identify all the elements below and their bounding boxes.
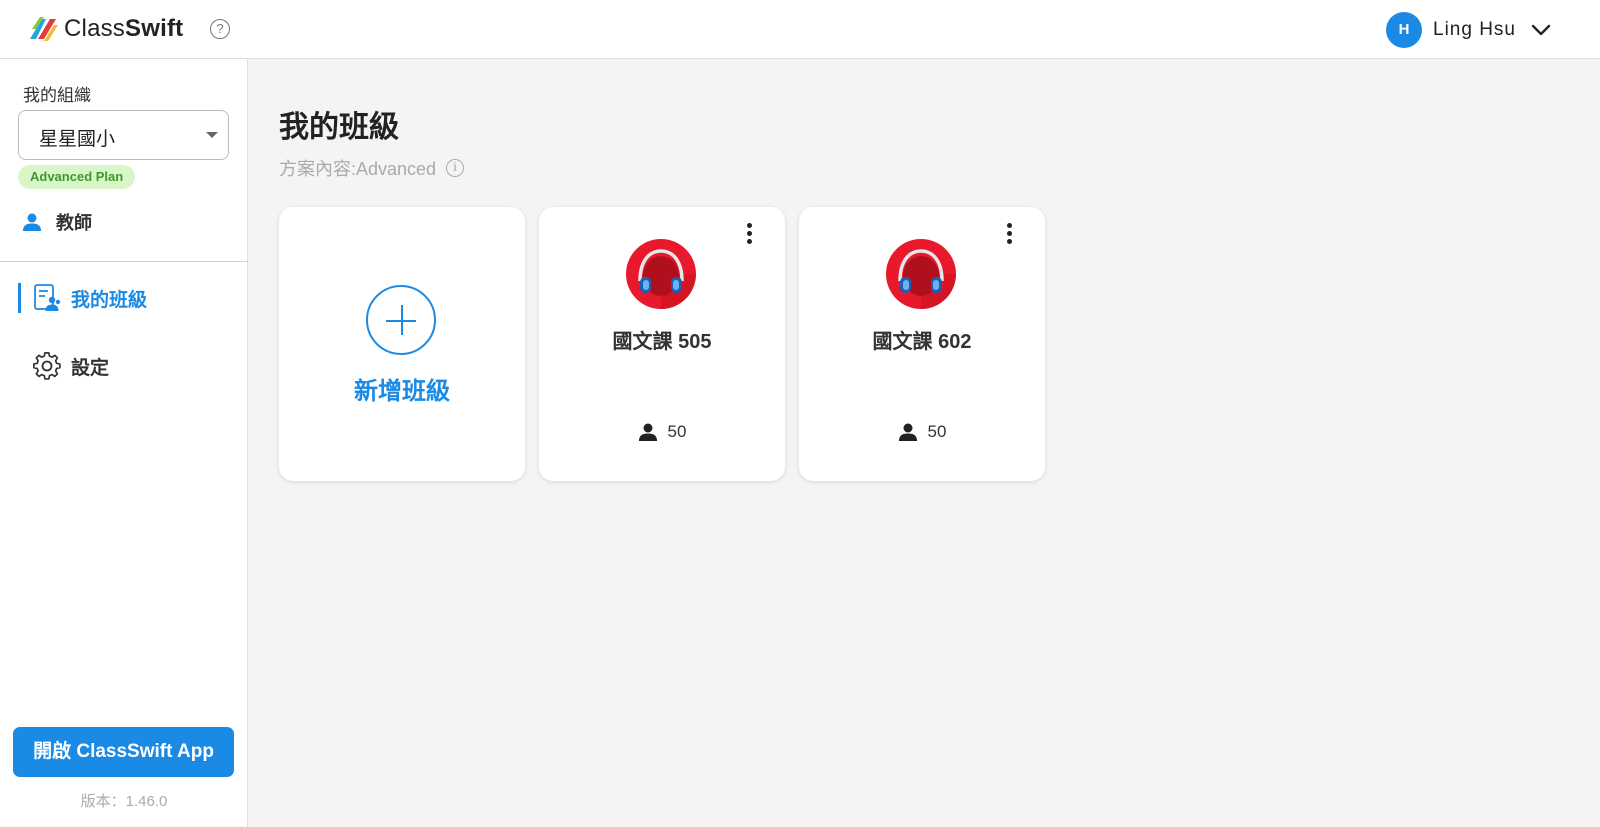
main-content: 我的班級 方案內容:Advanced i 新增班級 國文課 505 50 國文課… xyxy=(248,59,1600,827)
more-options-icon[interactable] xyxy=(1003,223,1015,247)
classswift-logo-icon xyxy=(30,17,58,41)
page-title: 我的班級 xyxy=(279,111,399,144)
sidebar-item-label: 設定 xyxy=(71,357,110,379)
user-name: Ling Hsu xyxy=(1433,19,1516,40)
user-menu[interactable]: H Ling Hsu xyxy=(1386,12,1552,48)
plus-icon xyxy=(366,285,436,355)
class-name: 國文課 602 xyxy=(872,331,972,353)
logo-wordmark: ClassSwift xyxy=(64,15,184,42)
student-count-value: 50 xyxy=(667,422,687,441)
headphones-avatar-icon xyxy=(626,239,696,309)
person-icon xyxy=(23,213,41,231)
top-bar: ClassSwift ? H Ling Hsu xyxy=(0,0,1600,59)
role-item-teacher[interactable]: 教師 xyxy=(22,209,92,235)
more-options-icon[interactable] xyxy=(743,223,755,247)
chevron-down-icon xyxy=(1531,24,1551,36)
help-icon[interactable]: ? xyxy=(210,19,230,39)
org-select-value: 星星國小 xyxy=(39,129,116,150)
class-card[interactable]: 國文課 602 50 xyxy=(799,207,1045,481)
class-card[interactable]: 國文課 505 50 xyxy=(539,207,785,481)
student-count: 50 xyxy=(799,422,1045,442)
student-count: 50 xyxy=(539,422,785,442)
sidebar-item-my-classes[interactable]: 我的班級 xyxy=(18,282,238,314)
caret-down-icon xyxy=(206,132,218,138)
classswift-logo[interactable]: ClassSwift xyxy=(28,14,183,44)
plan-info-text: 方案內容:Advanced xyxy=(279,159,437,179)
sidebar-divider xyxy=(0,261,248,262)
role-label: 教師 xyxy=(56,213,92,233)
sidebar-item-settings[interactable]: 設定 xyxy=(18,350,238,382)
version-text: 版本：1.46.0 xyxy=(80,793,168,810)
class-name: 國文課 505 xyxy=(612,331,712,353)
student-count-value: 50 xyxy=(927,422,947,441)
plan-info: 方案內容:Advanced i xyxy=(279,155,465,181)
user-avatar: H xyxy=(1386,12,1422,48)
sidebar: 我的組織 星星國小 Advanced Plan 教師 我的班級 設定 開啟 Cl… xyxy=(0,59,248,827)
open-app-button[interactable]: 開啟 ClassSwift App xyxy=(13,727,234,777)
gear-icon xyxy=(33,352,61,380)
person-icon xyxy=(638,423,657,441)
person-icon xyxy=(898,423,917,441)
add-class-label: 新增班級 xyxy=(354,378,450,405)
headphones-avatar-icon xyxy=(886,239,956,309)
plan-badge: Advanced Plan xyxy=(18,165,136,189)
sidebar-item-label: 我的班級 xyxy=(71,289,148,311)
org-label: 我的組織 xyxy=(23,86,91,105)
active-indicator xyxy=(18,283,21,313)
info-icon[interactable]: i xyxy=(446,159,465,177)
add-class-card[interactable]: 新增班級 xyxy=(279,207,525,481)
org-select[interactable]: 星星國小 xyxy=(18,110,229,160)
class-roster-icon xyxy=(34,284,61,311)
